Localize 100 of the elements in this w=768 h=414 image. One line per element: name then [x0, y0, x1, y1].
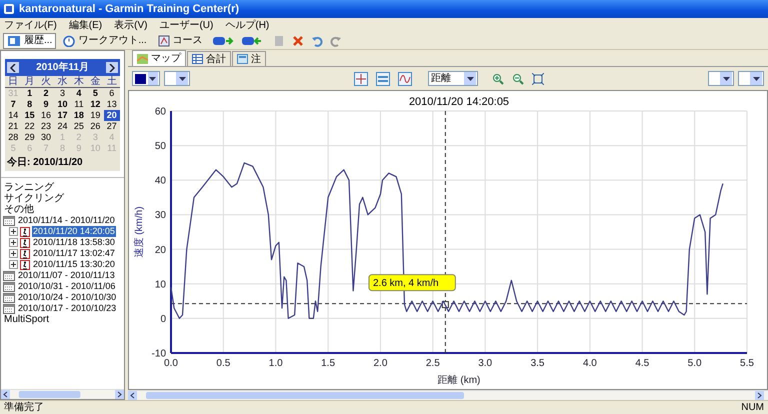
tick-label: -10 [152, 348, 166, 360]
dropdown[interactable] [708, 71, 734, 86]
crosshair-icon [354, 72, 368, 86]
toolbar-button[interactable]: ワークアウト... [59, 32, 151, 48]
horizontal-scrollbar[interactable] [128, 390, 768, 400]
history-icon [7, 34, 21, 46]
next-month-button[interactable] [106, 62, 118, 73]
chart-title: 2010/11/20 14:20:05 [408, 96, 510, 108]
calendar-day[interactable]: 15 [21, 110, 38, 121]
tree-item[interactable]: その他 [3, 204, 35, 215]
axis-select[interactable]: 距離 [428, 71, 478, 86]
tick-label: 10 [154, 279, 166, 290]
calendar-day[interactable]: 24 [54, 121, 71, 132]
tree-item[interactable]: 2010/10/24 - 2010/10/30 [17, 292, 118, 303]
tick-label: 0.5 [216, 358, 230, 369]
cyclist-icon [20, 248, 30, 258]
chart-tool-button[interactable] [396, 70, 414, 86]
tick-label: 30 [154, 210, 166, 222]
toolbar-button[interactable]: 履歴... [3, 32, 56, 48]
calendar-day[interactable]: 29 [21, 132, 38, 143]
calendar-day[interactable]: 12 [87, 99, 104, 110]
weekday-label: 火 [38, 76, 54, 88]
calendar-day[interactable]: 4 [70, 88, 88, 99]
calendar-day[interactable]: 2 [38, 88, 54, 99]
calendar-day[interactable]: 21 [5, 121, 22, 132]
expand-icon[interactable] [9, 238, 18, 247]
calendar-day[interactable]: 3 [54, 88, 71, 99]
calendar-day[interactable]: 8 [21, 99, 38, 110]
dropdown[interactable] [164, 71, 190, 86]
menu-item[interactable]: ヘルプ(H) [225, 18, 270, 32]
tree-item[interactable]: 2010/11/17 13:02:47 [32, 248, 116, 259]
menu-item[interactable]: 表示(V) [114, 18, 148, 32]
calendar-day[interactable]: 5 [87, 88, 104, 99]
tick-label: 0 [160, 314, 166, 325]
tick-label: 60 [154, 106, 166, 118]
expand-icon[interactable] [9, 260, 18, 269]
axis-title: 速度 (km/h) [134, 206, 145, 258]
weekday-label: 金 [87, 76, 104, 88]
tick-label: 3.5 [530, 358, 544, 369]
route-icon [158, 34, 170, 46]
chevron-left-icon [10, 64, 16, 72]
calendar-day[interactable]: 11 [70, 99, 88, 110]
calendar-day[interactable]: 17 [54, 110, 71, 121]
previous-month-button[interactable] [7, 62, 19, 73]
tree-item[interactable]: 2010/11/14 - 2010/11/20 [17, 215, 116, 226]
tree-item[interactable]: 2010/11/15 13:30:20 [32, 259, 116, 270]
menu-item[interactable]: ユーザー(U) [159, 18, 214, 32]
document-icon [272, 34, 285, 46]
calendar-day[interactable]: 28 [5, 132, 22, 143]
tree-item[interactable]: 2010/10/31 - 2010/11/06 [17, 281, 116, 292]
menu-item[interactable]: 編集(E) [68, 18, 102, 32]
toolbar-button[interactable]: コース [154, 32, 207, 48]
calendar-day[interactable]: 16 [38, 110, 54, 121]
chart-tool-button[interactable] [374, 70, 392, 86]
expand-icon[interactable] [9, 227, 18, 236]
tree-item[interactable]: 2010/11/07 - 2010/11/13 [17, 270, 116, 281]
calendar-day[interactable]: 26 [87, 121, 104, 132]
tick-label: 50 [154, 141, 166, 152]
expand-icon[interactable] [9, 249, 18, 258]
today-label[interactable]: 今日: 2010/11/20 [5, 154, 120, 171]
tab[interactable]: 合計 [187, 51, 231, 66]
weekday-label: 木 [70, 76, 88, 88]
calendar-day[interactable]: 18 [70, 110, 88, 121]
tree-item[interactable]: 2010/11/20 14:20:05 [32, 226, 116, 237]
calendar-day[interactable]: 22 [21, 121, 38, 132]
tree-item[interactable]: MultiSport [3, 314, 50, 325]
tree-item[interactable]: 2010/11/18 13:58:30 [32, 237, 116, 248]
dropdown[interactable] [738, 71, 764, 86]
redo-icon [330, 34, 342, 46]
tab[interactable]: 注 [232, 51, 266, 66]
chart-tool-button[interactable] [530, 70, 546, 86]
calendar-icon [3, 216, 15, 226]
tree-item[interactable]: 2010/10/17 - 2010/10/23 [17, 303, 118, 314]
tick-label: 3.0 [478, 358, 492, 369]
calendar-day[interactable]: 9 [38, 99, 54, 110]
calendar-day[interactable]: 14 [5, 110, 22, 121]
status-indicator: NUM [741, 401, 764, 414]
calendar-day[interactable]: 20 [104, 110, 120, 121]
chart-tool-button[interactable] [352, 70, 370, 86]
color-dropdown[interactable] [132, 71, 160, 86]
stopwatch-icon [63, 34, 76, 46]
weekday-label: 土 [104, 76, 120, 88]
calendar-day[interactable]: 13 [104, 99, 120, 110]
calendar-day[interactable]: 6 [104, 88, 120, 99]
calendar-day[interactable]: 10 [54, 99, 71, 110]
cyclist-icon [20, 238, 30, 248]
tree-item[interactable]: ランニング [3, 182, 55, 193]
tree-item[interactable]: サイクリング [3, 193, 65, 204]
calendar-day[interactable]: 23 [38, 121, 54, 132]
calendar-day[interactable]: 27 [104, 121, 120, 132]
tick-label: 1.0 [268, 358, 283, 369]
horizontal-scrollbar[interactable] [1, 389, 124, 399]
calendar-day[interactable]: 19 [87, 110, 104, 121]
calendar-day[interactable]: 25 [70, 121, 88, 132]
cursor-tooltip: 2.6 km, 4 km/h [368, 274, 456, 292]
menu-item[interactable]: ファイル(F) [4, 18, 57, 32]
calendar-day[interactable]: 30 [38, 132, 54, 143]
tab[interactable]: マップ [132, 50, 186, 66]
calendar-day[interactable]: 7 [5, 99, 22, 110]
calendar-day[interactable]: 1 [21, 88, 38, 99]
